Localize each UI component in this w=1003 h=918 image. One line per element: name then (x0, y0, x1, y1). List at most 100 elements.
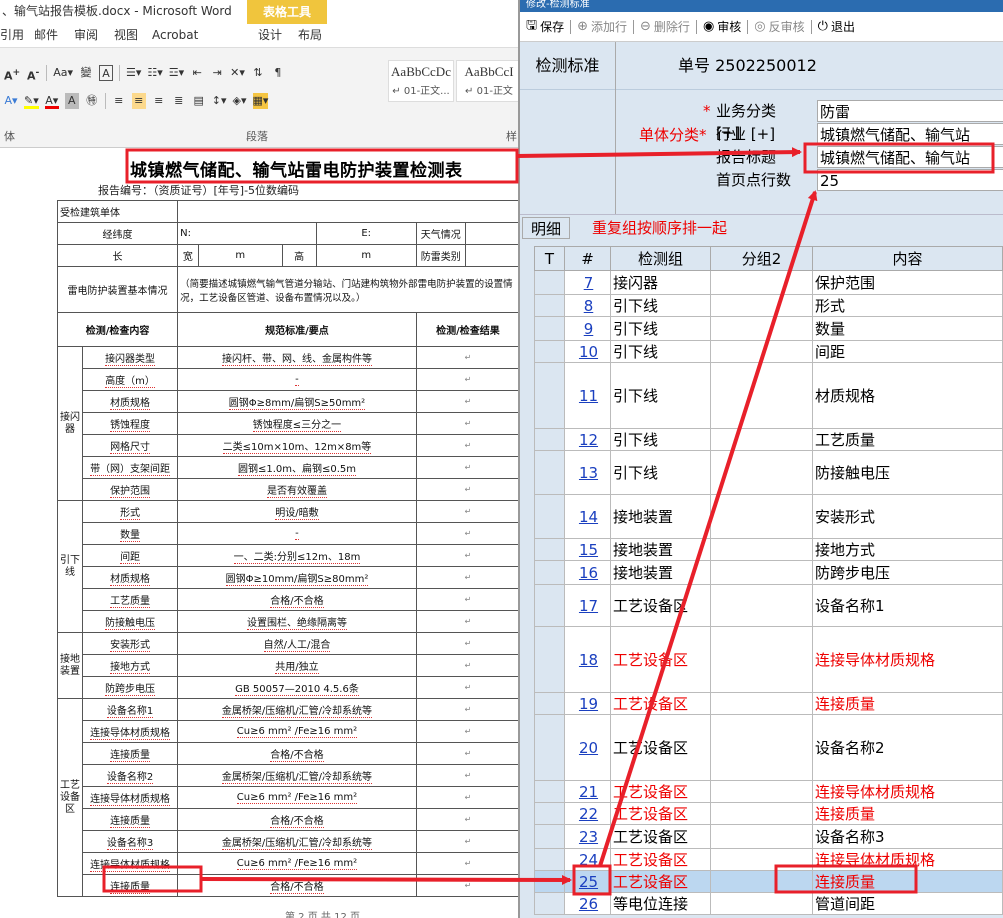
grid-cell-num[interactable]: 15 (564, 538, 611, 561)
borders-icon[interactable]: ▦▾ (252, 93, 269, 109)
grid-cell-group[interactable]: 引下线 (610, 294, 711, 317)
grid-cell-group[interactable]: 工艺设备区 (610, 626, 711, 693)
grid-cell-group[interactable]: 引下线 (610, 450, 711, 495)
grid-cell-group2[interactable] (710, 870, 813, 893)
grid-cell-content[interactable]: 材质规格 (812, 362, 1003, 429)
doc-result-cell[interactable]: ↵ (415, 478, 520, 501)
doc-cell[interactable]: N: (177, 222, 317, 245)
grid-cell-num[interactable]: 8 (564, 294, 611, 317)
grid-cell-t[interactable] (534, 892, 565, 915)
grid-cell-content[interactable]: 连接质量 (812, 802, 1003, 825)
category-field[interactable]: 防雷 (817, 100, 1003, 122)
grid-row[interactable]: 19 工艺设备区 连接质量 (534, 692, 1003, 715)
doc-standard-cell[interactable]: 合格/不合格 (177, 742, 417, 765)
col-header-num[interactable]: # (564, 246, 611, 271)
tab-references[interactable]: 引用 (0, 22, 24, 48)
doc-result-cell[interactable]: ↵ (415, 852, 520, 875)
grid-cell-group[interactable]: 引下线 (610, 340, 711, 363)
doc-item-cell[interactable]: 材质规格 (82, 566, 179, 589)
grid-cell-group2[interactable] (710, 294, 813, 317)
grid-cell-t[interactable] (534, 560, 565, 585)
doc-standard-cell[interactable]: 接闪杆、带、网、线、金属构件等 (177, 346, 417, 369)
grid-cell-group[interactable]: 工艺设备区 (610, 870, 711, 893)
phonetic-guide-icon[interactable]: 變 (79, 65, 93, 81)
doc-item-cell[interactable]: 防接触电压 (82, 610, 179, 633)
grid-cell-group[interactable]: 工艺设备区 (610, 780, 711, 803)
tab-design[interactable]: 设计 (258, 22, 282, 48)
doc-result-cell[interactable]: ↵ (415, 654, 520, 677)
doc-standard-cell[interactable]: 明设/暗敷 (177, 500, 417, 523)
grid-row[interactable]: 13 引下线 防接触电压 (534, 450, 1003, 495)
doc-group-cell[interactable]: 工艺设备区 (56, 698, 84, 897)
col-header-content[interactable]: 内容 (812, 246, 1003, 271)
grid-cell-content[interactable]: 防跨步电压 (812, 560, 1003, 585)
text-effects-icon[interactable]: A▾ (4, 93, 18, 109)
doc-item-cell[interactable]: 连接质量 (82, 742, 179, 765)
grid-cell-group2[interactable] (710, 316, 813, 341)
doc-item-cell[interactable]: 连接质量 (82, 874, 179, 897)
grid-row[interactable]: 25 工艺设备区 连接质量 (534, 870, 1003, 893)
grid-cell-group[interactable]: 引下线 (610, 428, 711, 451)
doc-cell[interactable]: 防雷类别 (415, 244, 466, 267)
grid-row[interactable]: 22 工艺设备区 连接质量 (534, 802, 1003, 825)
doc-result-cell[interactable]: ↵ (415, 434, 520, 457)
doc-standard-cell[interactable]: 合格/不合格 (177, 808, 417, 831)
grid-cell-num[interactable]: 11 (564, 362, 611, 429)
grid-cell-group[interactable]: 接闪器 (610, 270, 711, 295)
doc-header-cell[interactable]: 检测/检查结果 (415, 312, 520, 347)
toolbar-minus-circle-button[interactable]: ⊖ 删除行 (640, 18, 690, 35)
grid-cell-group2[interactable] (710, 340, 813, 363)
doc-result-cell[interactable]: ↵ (415, 720, 520, 743)
doc-item-cell[interactable]: 连接质量 (82, 808, 179, 831)
grid-cell-content[interactable]: 设备名称1 (812, 584, 1003, 627)
doc-item-cell[interactable]: 设备名称2 (82, 764, 179, 787)
grid-cell-num[interactable]: 19 (564, 692, 611, 715)
sort-icon[interactable]: ⇅ (251, 65, 265, 81)
doc-group-cell[interactable]: 接地装置 (56, 632, 84, 699)
doc-standard-cell[interactable]: Cu≥6 mm² /Fe≥16 mm² (177, 852, 417, 875)
toolbar-save-button[interactable]: 🖫 保存 (526, 16, 564, 38)
doc-standard-cell[interactable]: 设置围栏、绝缘隔离等 (177, 610, 417, 633)
grid-row[interactable]: 14 接地装置 安装形式 (534, 494, 1003, 539)
grid-cell-group[interactable]: 工艺设备区 (610, 848, 711, 871)
grid-cell-group2[interactable] (710, 780, 813, 803)
grid-cell-num[interactable]: 20 (564, 714, 611, 781)
doc-result-cell[interactable]: ↵ (415, 346, 520, 369)
tab-view[interactable]: 视图 (114, 22, 138, 48)
doc-item-cell[interactable]: 数量 (82, 522, 179, 545)
doc-item-cell[interactable]: 形式 (82, 500, 179, 523)
grid-cell-content[interactable]: 防接触电压 (812, 450, 1003, 495)
doc-standard-cell[interactable]: 金属桥架/压缩机/汇管/冷却系统等 (177, 830, 417, 853)
style-gallery-item[interactable]: AaBbCcI ↵ 01-正文 (456, 60, 520, 102)
doc-cell[interactable]: 长 (56, 244, 179, 267)
grid-cell-t[interactable] (534, 428, 565, 451)
doc-item-cell[interactable]: 连接导体材质规格 (82, 786, 179, 809)
grid-cell-num[interactable]: 10 (564, 340, 611, 363)
grid-cell-group2[interactable] (710, 626, 813, 693)
grid-cell-num[interactable]: 18 (564, 626, 611, 693)
doc-group-cell[interactable]: 接闪器 (56, 346, 84, 501)
grid-cell-t[interactable] (534, 848, 565, 871)
doc-standard-cell[interactable]: Cu≥6 mm² /Fe≥16 mm² (177, 786, 417, 809)
doc-item-cell[interactable]: 工艺质量 (82, 588, 179, 611)
grid-cell-t[interactable] (534, 450, 565, 495)
grid-cell-t[interactable] (534, 362, 565, 429)
col-header-group2[interactable]: 分组2 (710, 246, 813, 271)
grid-cell-t[interactable] (534, 494, 565, 539)
doc-item-cell[interactable]: 安装形式 (82, 632, 179, 655)
grid-cell-group[interactable]: 引下线 (610, 316, 711, 341)
doc-item-cell[interactable]: 保护范围 (82, 478, 179, 501)
grid-row[interactable]: 18 工艺设备区 连接导体材质规格 (534, 626, 1003, 693)
doc-standard-cell[interactable]: 锈蚀程度≤三分之一 (177, 412, 417, 435)
grid-cell-group[interactable]: 引下线 (610, 362, 711, 429)
doc-item-cell[interactable]: 接闪器类型 (82, 346, 179, 369)
doc-item-cell[interactable]: 设备名称3 (82, 830, 179, 853)
grid-cell-group2[interactable] (710, 270, 813, 295)
grow-font-icon[interactable]: A+ (4, 65, 20, 83)
doc-result-cell[interactable]: ↵ (415, 830, 520, 853)
doc-result-cell[interactable]: ↵ (415, 390, 520, 413)
grid-row[interactable]: 10 引下线 间距 (534, 340, 1003, 363)
grid-cell-num[interactable]: 16 (564, 560, 611, 585)
doc-cell[interactable] (464, 244, 520, 267)
grid-cell-group2[interactable] (710, 892, 813, 915)
